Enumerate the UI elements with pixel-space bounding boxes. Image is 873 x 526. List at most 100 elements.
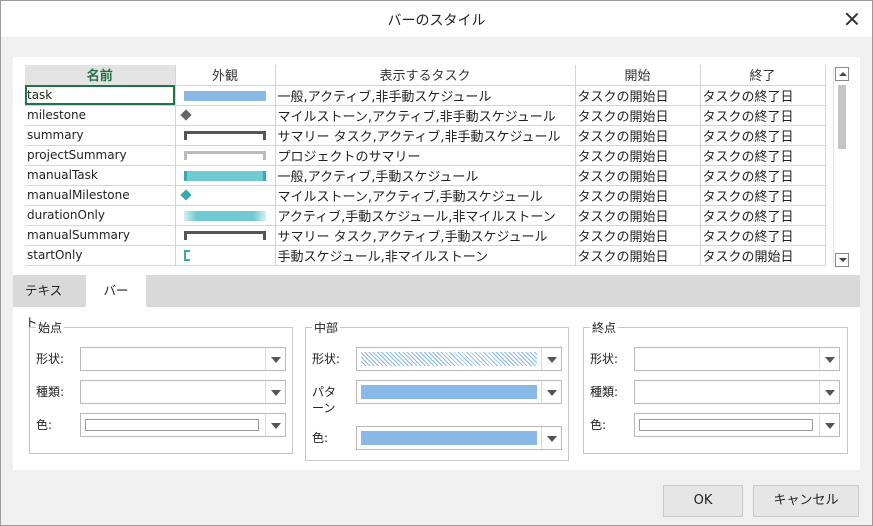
end-color-select[interactable] bbox=[634, 413, 840, 437]
cell-name[interactable]: startOnly bbox=[25, 245, 176, 266]
middle-color-row: 色: bbox=[312, 426, 562, 452]
cell-look[interactable] bbox=[175, 185, 276, 206]
cell-start[interactable]: タスクの開始日 bbox=[575, 165, 701, 186]
column-header-name[interactable]: 名前 bbox=[25, 65, 176, 86]
middle-color-label: 色: bbox=[312, 431, 329, 445]
cell-end[interactable]: タスクの開始日 bbox=[700, 245, 826, 266]
cell-end[interactable]: タスクの終了日 bbox=[700, 225, 826, 246]
cell-tasks[interactable]: マイルストーン,アクティブ,非手動スケジュール bbox=[275, 105, 576, 126]
table-row[interactable]: manualMilestone マイルストーン,アクティブ,手動スケジュール タスク… bbox=[25, 185, 826, 206]
cell-tasks[interactable]: 一般,アクティブ,非手動スケジュール bbox=[275, 85, 576, 106]
cell-look[interactable] bbox=[175, 225, 276, 246]
summary-bracket-icon bbox=[176, 126, 275, 145]
cell-start[interactable]: タスクの開始日 bbox=[575, 145, 701, 166]
start-only-bracket-shape bbox=[183, 249, 190, 261]
cell-name[interactable]: durationOnly bbox=[25, 205, 176, 226]
end-shape-select[interactable] bbox=[634, 347, 840, 371]
cell-start[interactable]: タスクの開始日 bbox=[575, 105, 701, 126]
chevron-down-icon[interactable] bbox=[265, 348, 285, 370]
cell-name[interactable]: manualSummary bbox=[25, 225, 176, 246]
manual-milestone-diamond-shape bbox=[179, 188, 192, 201]
cell-look[interactable] bbox=[175, 145, 276, 166]
chevron-down-icon[interactable] bbox=[819, 348, 839, 370]
cell-name[interactable]: milestone bbox=[25, 105, 176, 126]
tab-bar[interactable]: バー bbox=[86, 275, 146, 307]
start-type-select[interactable] bbox=[80, 380, 286, 404]
cell-end[interactable]: タスクの終了日 bbox=[700, 105, 826, 126]
middle-color-select[interactable] bbox=[356, 426, 562, 450]
title-bar: バーのスタイル bbox=[1, 1, 872, 37]
chevron-down-icon[interactable] bbox=[819, 414, 839, 436]
scroll-thumb[interactable] bbox=[838, 85, 846, 149]
cell-end[interactable]: タスクの終了日 bbox=[700, 85, 826, 106]
cell-name[interactable]: manualTask bbox=[25, 165, 176, 186]
cell-tasks[interactable]: サマリー タスク,アクティブ,非手動スケジュール bbox=[275, 125, 576, 146]
column-header-appearance[interactable]: 外観 bbox=[175, 65, 276, 86]
manual-task-bar-icon bbox=[176, 166, 275, 185]
middle-shape-select[interactable] bbox=[356, 347, 562, 371]
middle-pattern-select[interactable] bbox=[356, 380, 562, 404]
cell-end[interactable]: タスクの終了日 bbox=[700, 205, 826, 226]
chevron-down-icon[interactable] bbox=[541, 348, 561, 370]
table-row[interactable]: milestone マイルストーン,アクティブ,非手動スケジュール タスクの開始日タ… bbox=[25, 105, 826, 126]
cell-look[interactable] bbox=[175, 125, 276, 146]
table-row[interactable]: manualTask 一般,アクティブ,手動スケジュール タスクの開始日 タスクの終了… bbox=[25, 165, 826, 186]
table-row[interactable]: summary サマリー タスク,アクティブ,非手動スケジュール タスクの開始日 タス… bbox=[25, 125, 826, 146]
cell-start[interactable]: タスクの開始日 bbox=[575, 125, 701, 146]
cell-name[interactable]: task bbox=[25, 85, 176, 106]
column-header-start[interactable]: 開始 bbox=[575, 65, 701, 86]
chevron-down-icon[interactable] bbox=[541, 427, 561, 449]
cell-end[interactable]: タスクの終了日 bbox=[700, 185, 826, 206]
scroll-down-icon[interactable] bbox=[835, 253, 849, 267]
chevron-down-icon[interactable] bbox=[265, 414, 285, 436]
cell-look[interactable] bbox=[175, 85, 276, 106]
cell-start[interactable]: タスクの開始日 bbox=[575, 85, 701, 106]
table-row[interactable]: startOnly 手動スケジュール,非マイルストーン タスクの開始日 タスクの開始日 bbox=[25, 245, 826, 266]
cell-name[interactable]: summary bbox=[25, 125, 176, 146]
cell-look[interactable] bbox=[175, 105, 276, 126]
chevron-down-icon[interactable] bbox=[541, 381, 561, 403]
cell-look[interactable] bbox=[175, 165, 276, 186]
cell-look[interactable] bbox=[175, 205, 276, 226]
cell-name[interactable]: projectSummary bbox=[25, 145, 176, 166]
column-header-tasks[interactable]: 表示するタスク bbox=[275, 65, 576, 86]
table-row[interactable]: durationOnly アクティブ,手動スケジュール,非マイルストーン タスクの開… bbox=[25, 205, 826, 226]
cell-end[interactable]: タスクの終了日 bbox=[700, 165, 826, 186]
content-panel: 名前 外観 表示するタスク 開始 終了 task 一般,アクティブ,非手動スケジュ… bbox=[13, 57, 860, 470]
vertical-scrollbar[interactable] bbox=[833, 67, 849, 267]
cell-tasks[interactable]: プロジェクトのサマリー bbox=[275, 145, 576, 166]
shape-swatch bbox=[361, 352, 537, 366]
ok-button[interactable]: OK bbox=[663, 485, 743, 517]
cancel-button[interactable]: キャンセル bbox=[753, 485, 859, 517]
cell-end[interactable]: タスクの終了日 bbox=[700, 145, 826, 166]
column-header-end[interactable]: 終了 bbox=[700, 65, 826, 86]
summary-bracket-shape bbox=[183, 130, 266, 140]
table-row[interactable]: task 一般,アクティブ,非手動スケジュール タスクの開始日 タスクの終了日 bbox=[25, 85, 826, 106]
table-row[interactable]: manualSummary サマリー タスク,アクティブ,手動スケジュール タスクの… bbox=[25, 225, 826, 246]
cell-tasks[interactable]: アクティブ,手動スケジュール,非マイルストーン bbox=[275, 205, 576, 226]
middle-pattern-label: パターン bbox=[312, 385, 337, 415]
start-color-select[interactable] bbox=[80, 413, 286, 437]
cell-start[interactable]: タスクの開始日 bbox=[575, 245, 701, 266]
cell-tasks[interactable]: 手動スケジュール,非マイルストーン bbox=[275, 245, 576, 266]
end-type-select[interactable] bbox=[634, 380, 840, 404]
end-color-label: 色: bbox=[590, 418, 607, 432]
scroll-up-icon[interactable] bbox=[835, 67, 849, 81]
cell-tasks[interactable]: サマリー タスク,アクティブ,手動スケジュール bbox=[275, 225, 576, 246]
cell-look[interactable] bbox=[175, 245, 276, 266]
chevron-down-icon[interactable] bbox=[265, 381, 285, 403]
start-group-title: 始点 bbox=[36, 319, 65, 336]
cell-start[interactable]: タスクの開始日 bbox=[575, 225, 701, 246]
cell-tasks[interactable]: マイルストーン,アクティブ,手動スケジュール bbox=[275, 185, 576, 206]
cell-end[interactable]: タスクの終了日 bbox=[700, 125, 826, 146]
cell-start[interactable]: タスクの開始日 bbox=[575, 205, 701, 226]
start-shape-select[interactable] bbox=[80, 347, 286, 371]
cell-start[interactable]: タスクの開始日 bbox=[575, 185, 701, 206]
close-icon[interactable] bbox=[844, 11, 860, 27]
cell-tasks[interactable]: 一般,アクティブ,手動スケジュール bbox=[275, 165, 576, 186]
table-row[interactable]: projectSummary プロジェクトのサマリー タスクの開始日 タスクの終了日 bbox=[25, 145, 826, 166]
manual-summary-bracket-shape bbox=[183, 230, 266, 240]
chevron-down-icon[interactable] bbox=[819, 381, 839, 403]
tab-text[interactable]: テキスト bbox=[13, 275, 85, 330]
cell-name[interactable]: manualMilestone bbox=[25, 185, 176, 206]
